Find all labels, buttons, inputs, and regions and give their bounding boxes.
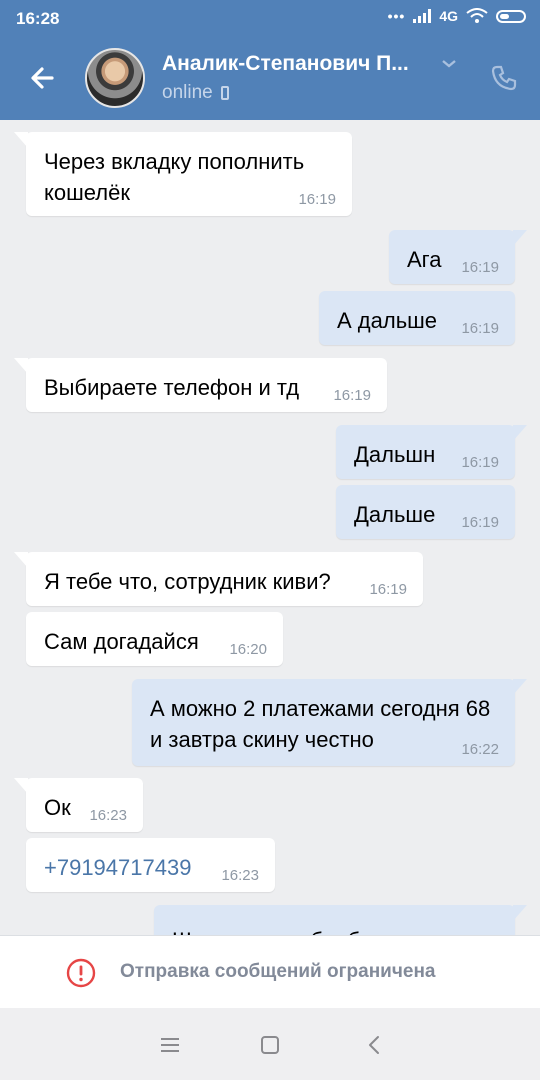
message-text: Я тебе что, сотрудник киви? [44, 569, 331, 594]
warning-icon [66, 958, 96, 988]
message-bubble[interactable]: Я тебе что, сотрудник киви? 16:19 [14, 552, 423, 606]
message-text: Выбираете телефон и тд [44, 375, 300, 400]
message-text: А можно 2 платежами сегодня 68 и завтра … [150, 696, 491, 752]
status-icons: ••• 4G [388, 8, 526, 24]
signal-icon [413, 9, 432, 23]
message-text: Щас запрос обрабатывается [172, 925, 497, 935]
system-nav-bar [0, 1008, 540, 1080]
message-time: 16:23 [89, 807, 127, 824]
message-time: 16:22 [461, 741, 499, 758]
home-square-icon[interactable] [255, 1030, 285, 1060]
chevron-down-icon[interactable] [440, 58, 458, 70]
phone-icon[interactable] [490, 64, 518, 92]
mobile-device-icon [220, 86, 229, 100]
back-chevron-icon[interactable] [360, 1030, 390, 1060]
message-text: Ок [44, 795, 71, 820]
status-bar: 16:28 ••• 4G [0, 0, 540, 36]
message-time: 16:19 [461, 454, 499, 471]
message-bubble[interactable]: А можно 2 платежами сегодня 68 и завтра … [132, 679, 527, 766]
message-bubble[interactable]: Выбираете телефон и тд 16:19 [14, 358, 387, 412]
restricted-notice-text: Отправка сообщений ограничена [120, 961, 436, 982]
status-label: online [162, 82, 213, 103]
message-text: А дальше [337, 308, 438, 333]
message-bubble[interactable]: Ага 16:19 [389, 230, 527, 284]
message-text: Ага [407, 247, 442, 272]
contact-status: online [162, 82, 229, 104]
message-text: Дальшн [354, 442, 436, 467]
network-type: 4G [439, 8, 458, 24]
message-time: 16:19 [461, 514, 499, 531]
message-bubble[interactable]: Ок 16:23 [14, 778, 143, 832]
message-bubble[interactable]: +79194717439 16:23 [26, 838, 275, 892]
chat-header: Аналик-Степанович П... online [0, 36, 540, 120]
message-time: 16:20 [229, 641, 267, 658]
contact-name[interactable]: Аналик-Степанович П... [162, 52, 432, 76]
message-time: 16:19 [333, 387, 371, 404]
message-text: Дальше [354, 502, 436, 527]
message-bubble[interactable]: А дальше 16:19 [319, 291, 515, 345]
message-bubble[interactable]: Щас запрос обрабатывается [154, 905, 527, 935]
battery-icon [496, 9, 526, 23]
notification-dots-icon: ••• [387, 8, 406, 24]
avatar[interactable] [85, 48, 145, 108]
message-time: 16:19 [461, 259, 499, 276]
menu-icon[interactable] [155, 1030, 185, 1060]
message-list[interactable]: Через вкладку пополнить кошелёк 16:19 Аг… [0, 120, 540, 935]
message-time: 16:23 [221, 867, 259, 884]
message-bubble[interactable]: Через вкладку пополнить кошелёк 16:19 [14, 132, 352, 216]
message-bubble[interactable]: Дальше 16:19 [336, 485, 515, 539]
back-arrow-icon[interactable] [24, 58, 64, 98]
wifi-icon [466, 8, 488, 23]
message-text: Сам догадайся [44, 629, 199, 654]
message-time: 16:19 [461, 320, 499, 337]
status-time: 16:28 [16, 9, 60, 28]
phone-link[interactable]: +79194717439 [44, 855, 191, 880]
message-time: 16:19 [298, 191, 336, 208]
restricted-notice-bar: Отправка сообщений ограничена [0, 935, 540, 1008]
message-time: 16:19 [369, 581, 407, 598]
message-bubble[interactable]: Дальшн 16:19 [336, 425, 527, 479]
message-text: Через вкладку пополнить кошелёк [44, 149, 305, 205]
message-bubble[interactable]: Сам догадайся 16:20 [26, 612, 283, 666]
